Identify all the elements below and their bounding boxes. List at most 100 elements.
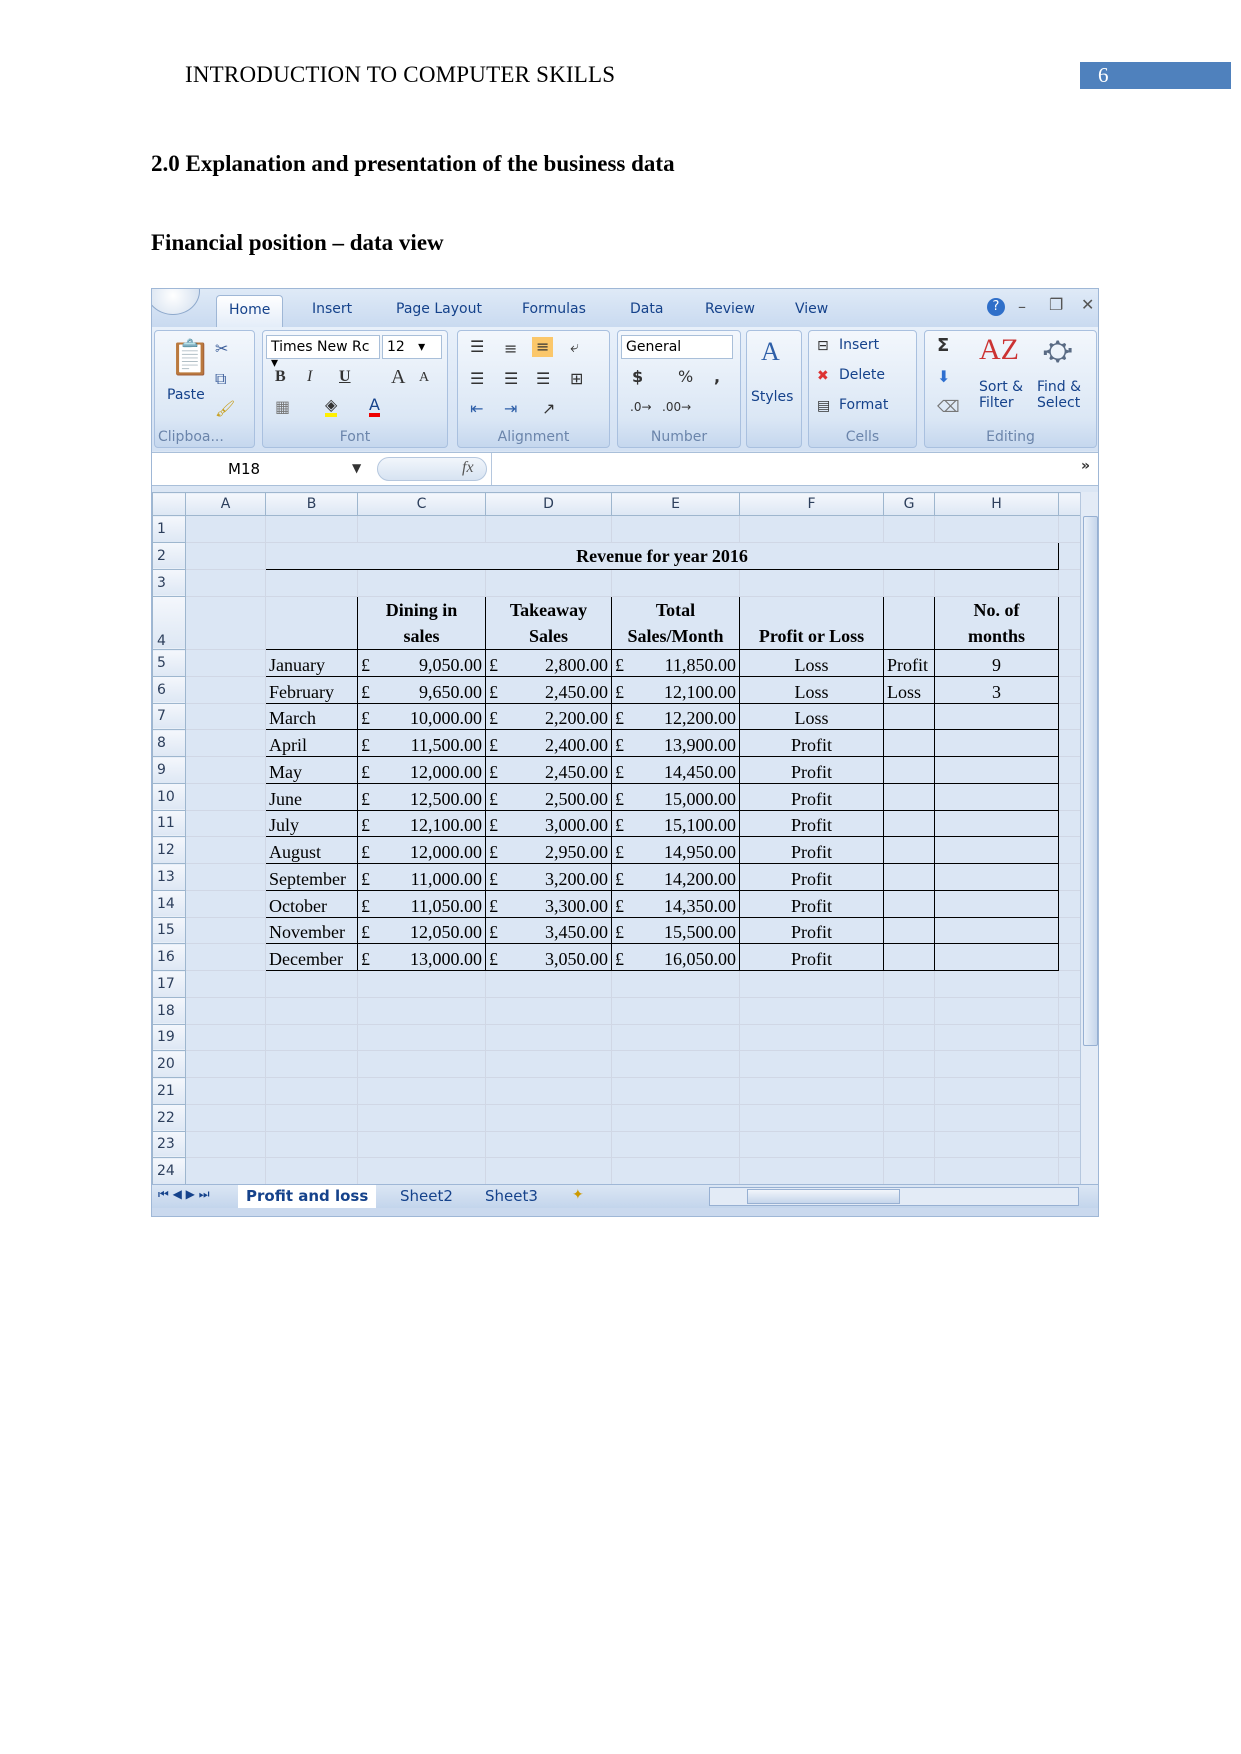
profit-loss-cell[interactable]: Loss	[739, 702, 884, 731]
cell[interactable]	[1058, 782, 1081, 811]
profit-loss-cell[interactable]: Profit	[739, 863, 884, 891]
underline-icon[interactable]: U	[339, 369, 351, 385]
currency-cell[interactable]: £2,950.00	[485, 836, 612, 864]
insert-function-icon[interactable]: fx	[462, 460, 474, 476]
borders-icon[interactable]: ▦	[275, 399, 290, 415]
restore-icon[interactable]: ❐	[1049, 297, 1063, 313]
currency-cell[interactable]: £9,650.00	[357, 675, 486, 704]
cell[interactable]	[185, 595, 266, 650]
cell[interactable]	[934, 1023, 1059, 1052]
currency-cell[interactable]: £11,500.00	[357, 729, 486, 757]
currency-cell[interactable]: £12,100.00	[611, 675, 740, 704]
row-header[interactable]: 3	[152, 568, 186, 597]
cell[interactable]	[185, 889, 266, 918]
currency-cell[interactable]: £12,100.00	[357, 809, 486, 838]
cell[interactable]	[611, 1023, 740, 1052]
fill-color-icon[interactable]: ◈	[325, 397, 338, 417]
months-count-cell[interactable]	[934, 863, 1059, 891]
cut-icon[interactable]: ✂	[215, 341, 228, 357]
cell[interactable]	[739, 1077, 884, 1105]
sort-filter-icon[interactable]: AZ	[979, 335, 1019, 365]
currency-cell[interactable]: £10,000.00	[357, 702, 486, 731]
column-heading-cell[interactable]: Dining in sales	[357, 595, 486, 650]
tab-home[interactable]: Home	[216, 295, 284, 327]
month-cell[interactable]: December	[265, 943, 358, 971]
currency-cell[interactable]: £14,200.00	[611, 863, 740, 891]
currency-cell[interactable]: £13,000.00	[357, 943, 486, 971]
cell[interactable]	[1058, 943, 1081, 971]
months-count-cell[interactable]	[934, 943, 1059, 971]
month-cell[interactable]: November	[265, 916, 358, 945]
row-header[interactable]: 19	[152, 1023, 186, 1052]
cell[interactable]	[611, 1130, 740, 1159]
cell[interactable]	[934, 1050, 1059, 1078]
status-cell[interactable]	[883, 702, 935, 731]
cell[interactable]	[883, 1130, 935, 1159]
cell[interactable]	[739, 1050, 884, 1078]
currency-cell[interactable]: £3,200.00	[485, 863, 612, 891]
months-count-cell[interactable]: 9	[934, 649, 1059, 677]
cell[interactable]	[357, 1157, 486, 1185]
row-header[interactable]: 9	[152, 756, 186, 784]
vertical-scroll-thumb[interactable]	[1083, 516, 1098, 1046]
column-header-g[interactable]: G	[883, 492, 935, 516]
status-cell[interactable]	[883, 889, 935, 918]
cell[interactable]	[1058, 515, 1081, 543]
cell[interactable]	[185, 702, 266, 731]
currency-cell[interactable]: £16,050.00	[611, 943, 740, 971]
month-cell[interactable]: July	[265, 809, 358, 838]
row-header[interactable]: 11	[152, 809, 186, 838]
month-cell[interactable]: September	[265, 863, 358, 891]
help-icon[interactable]: ?	[987, 298, 1005, 316]
orientation-icon[interactable]: ↗	[542, 401, 555, 417]
cell[interactable]	[883, 515, 935, 543]
cell[interactable]	[1058, 756, 1081, 784]
tab-page-layout[interactable]: Page Layout	[396, 301, 482, 317]
percent-icon[interactable]: %	[678, 369, 693, 385]
cell[interactable]	[185, 649, 266, 677]
status-cell[interactable]	[883, 943, 935, 971]
row-header[interactable]: 21	[152, 1077, 186, 1105]
cell[interactable]	[485, 1103, 612, 1132]
profit-loss-cell[interactable]: Profit	[739, 782, 884, 811]
column-header-f[interactable]: F	[739, 492, 884, 516]
cell[interactable]	[611, 1077, 740, 1105]
currency-cell[interactable]: £11,850.00	[611, 649, 740, 677]
sort-filter-label-1[interactable]: Sort &	[979, 379, 1023, 395]
row-header[interactable]: 15	[152, 916, 186, 945]
currency-cell[interactable]: £2,200.00	[485, 702, 612, 731]
cell[interactable]	[357, 970, 486, 998]
status-cell[interactable]: Profit	[883, 649, 935, 677]
cell[interactable]	[739, 515, 884, 543]
expand-formula-bar-icon[interactable]: »	[1081, 459, 1090, 473]
cell[interactable]	[883, 1103, 935, 1132]
column-header-c[interactable]: C	[357, 492, 486, 516]
column-heading-cell[interactable]	[883, 595, 935, 650]
format-painter-icon[interactable]: 🖌	[215, 401, 235, 417]
cell[interactable]	[1058, 595, 1081, 650]
currency-cell[interactable]: £12,200.00	[611, 702, 740, 731]
fill-icon[interactable]: ⬇	[937, 369, 950, 385]
cell[interactable]	[883, 970, 935, 998]
column-header-e[interactable]: E	[611, 492, 740, 516]
cell[interactable]	[1058, 1157, 1081, 1185]
row-header[interactable]: 4	[152, 595, 186, 650]
office-button[interactable]	[152, 289, 200, 315]
status-cell[interactable]	[883, 916, 935, 945]
cell[interactable]	[185, 1077, 266, 1105]
tab-view[interactable]: View	[795, 301, 828, 317]
cell[interactable]	[1058, 970, 1081, 998]
months-count-cell[interactable]	[934, 809, 1059, 838]
months-count-cell[interactable]	[934, 782, 1059, 811]
autosum-icon[interactable]: Σ	[937, 337, 949, 355]
row-header[interactable]: 24	[152, 1157, 186, 1185]
cell[interactable]	[265, 1050, 358, 1078]
column-header-d[interactable]: D	[485, 492, 612, 516]
month-cell[interactable]: October	[265, 889, 358, 918]
paste-icon[interactable]: 📋	[169, 341, 211, 375]
row-header[interactable]: 5	[152, 649, 186, 677]
styles-button[interactable]: Styles	[751, 389, 793, 405]
decrease-decimal-icon[interactable]: .00→	[662, 401, 691, 413]
profit-loss-cell[interactable]: Profit	[739, 729, 884, 757]
column-heading-cell[interactable]: No. of months	[934, 595, 1059, 650]
